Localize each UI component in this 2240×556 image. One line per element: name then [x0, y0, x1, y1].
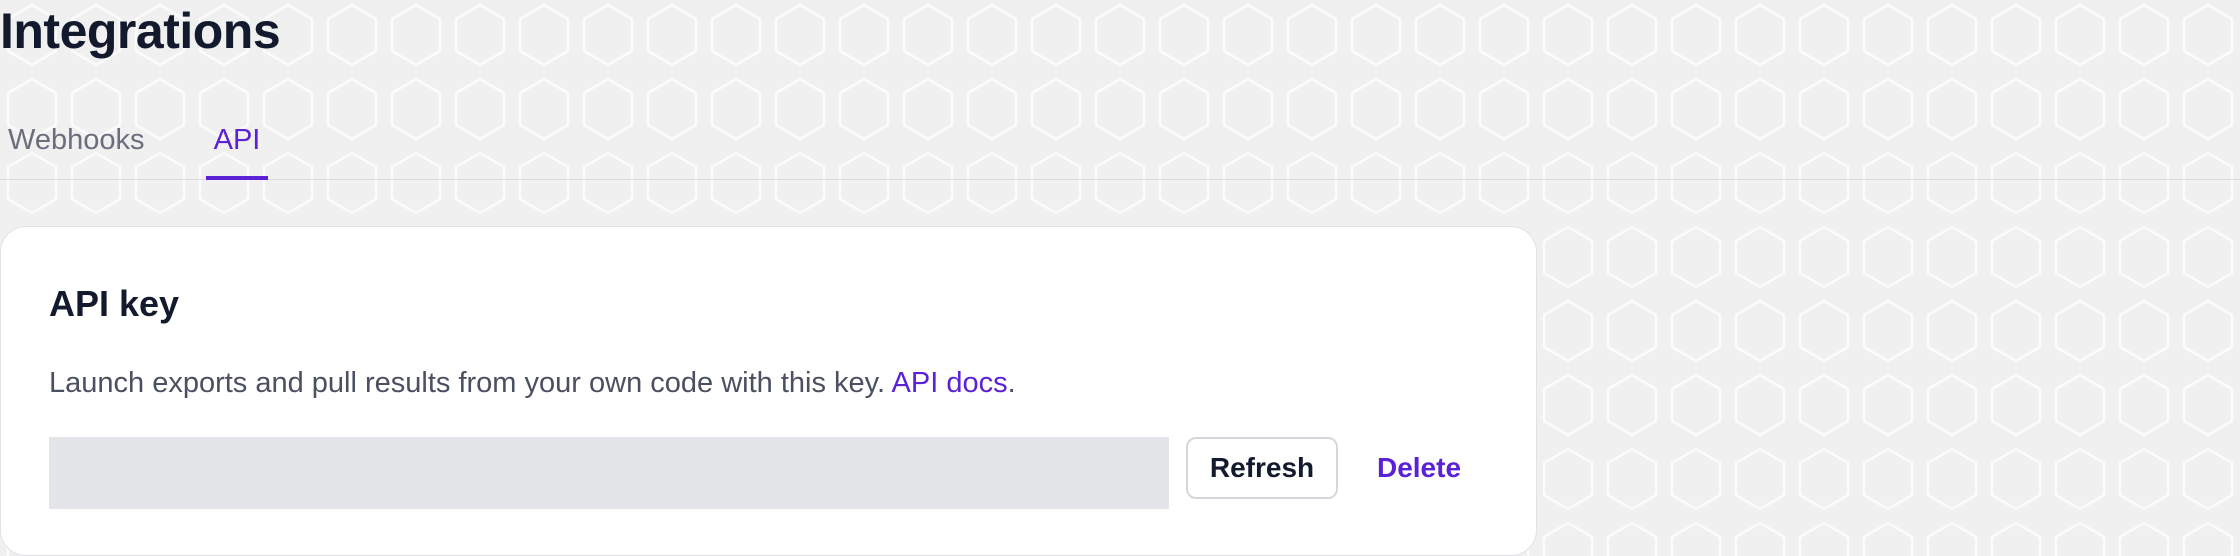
tab-api[interactable]: API	[206, 100, 268, 180]
card-description: Launch exports and pull results from you…	[49, 367, 1016, 400]
api-key-card: API key Launch exports and pull results …	[0, 226, 1537, 556]
description-period: .	[1007, 367, 1016, 399]
page-title: Integrations	[0, 3, 281, 59]
refresh-button[interactable]: Refresh	[1186, 437, 1338, 499]
api-key-field[interactable]	[49, 437, 1169, 509]
delete-button[interactable]: Delete	[1367, 437, 1471, 499]
description-text: Launch exports and pull results from you…	[49, 367, 886, 399]
card-title: API key	[49, 283, 180, 324]
tab-bar: Webhooks API	[0, 100, 2240, 180]
tab-webhooks[interactable]: Webhooks	[8, 100, 156, 180]
api-docs-link[interactable]: API docs	[892, 367, 1008, 399]
